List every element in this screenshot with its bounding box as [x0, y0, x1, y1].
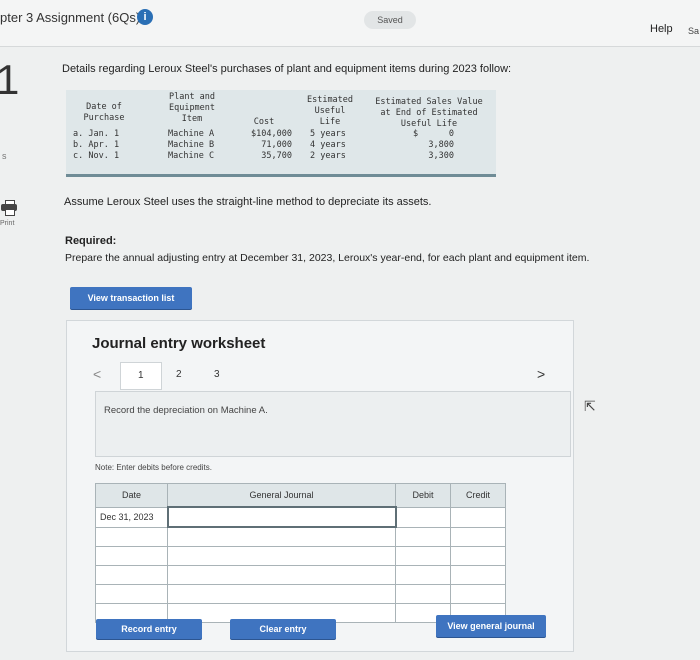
debit-cell[interactable] [395, 526, 451, 547]
row-life: 2 years [310, 151, 346, 161]
table-row: Dec 31, 2023 [95, 506, 506, 528]
table-row [95, 546, 506, 566]
page-tab-3[interactable]: 3 [214, 369, 220, 380]
row-cost: $104,000 [251, 129, 292, 139]
row-life: 5 years [310, 129, 346, 139]
row-date: a. Jan. 1 [73, 129, 120, 139]
credit-column-header: Credit [450, 483, 506, 508]
journal-table: Date General Journal Debit Credit Dec 31… [95, 483, 506, 623]
account-cell[interactable] [167, 546, 396, 566]
debit-column-header: Debit [395, 483, 451, 508]
row-item: Machine A [168, 129, 215, 139]
info-icon[interactable]: i [137, 9, 153, 25]
clear-entry-button[interactable]: Clear entry [230, 619, 336, 639]
date-cell[interactable] [95, 565, 168, 585]
credit-cell[interactable] [450, 506, 506, 528]
row-life: 4 years [310, 140, 346, 150]
view-general-journal-button[interactable]: View general journal [436, 615, 546, 637]
row-salvage: 3,300 [428, 151, 454, 161]
row-salvage: $ 0 [413, 129, 454, 139]
chevron-left-icon[interactable]: < [93, 366, 101, 382]
general-journal-column-header: General Journal [167, 483, 396, 508]
page-tab-1-label: 1 [138, 370, 144, 381]
header-salvage-1: Estimated Sales Value [375, 97, 483, 107]
problem-details: Details regarding Leroux Steel's purchas… [62, 63, 512, 75]
worksheet-title: Journal entry worksheet [92, 335, 266, 352]
date-cell[interactable]: Dec 31, 2023 [95, 506, 168, 528]
header-item-1: Plant and [168, 92, 216, 102]
assumption-text: Assume Leroux Steel uses the straight-li… [64, 196, 432, 208]
top-bar: pter 3 Assignment (6Qs) i Saved Help Sa [0, 0, 700, 47]
debit-cell[interactable] [395, 546, 451, 566]
assets-table: Date of Purchase Plant and Equipment Ite… [66, 90, 496, 177]
help-link[interactable]: Help [650, 23, 673, 35]
instruction-text: Record the depreciation on Machine A. [104, 405, 268, 416]
account-cell[interactable] [167, 565, 396, 585]
instruction-box [95, 391, 571, 457]
header-date-1: Date of [86, 102, 122, 112]
header-life-2: Useful [314, 106, 346, 116]
credit-cell[interactable] [450, 584, 506, 604]
record-entry-button[interactable]: Record entry [96, 619, 202, 639]
credit-cell[interactable] [450, 526, 506, 547]
debit-cell[interactable] [395, 584, 451, 604]
chevron-right-icon[interactable]: > [537, 366, 545, 382]
account-cell[interactable] [166, 506, 397, 528]
credit-cell[interactable] [450, 565, 506, 585]
account-cell[interactable] [167, 584, 396, 604]
row-date: c. Nov. 1 [73, 151, 120, 161]
header-cost: Cost [253, 117, 275, 127]
date-cell[interactable] [95, 584, 168, 604]
header-life-3: Life [319, 117, 341, 127]
print-label[interactable]: Print [0, 220, 14, 227]
saved-status-badge: Saved [364, 11, 416, 29]
header-salvage-2: at End of Estimated [380, 108, 478, 118]
cursor-icon: ⇱ [584, 398, 596, 414]
debit-cell[interactable] [395, 565, 451, 585]
credit-cell[interactable] [450, 546, 506, 566]
debit-credit-note: Note: Enter debits before credits. [95, 463, 212, 472]
header-item-2: Equipment [168, 103, 216, 113]
assignment-title: pter 3 Assignment (6Qs) [0, 10, 141, 25]
question-number: 1 [0, 56, 20, 103]
date-column-header: Date [95, 483, 168, 508]
side-mark: s [2, 151, 7, 161]
page-tab-2[interactable]: 2 [176, 369, 182, 380]
printer-icon[interactable] [0, 200, 18, 216]
date-cell[interactable] [95, 546, 168, 566]
view-transaction-list-button[interactable]: View transaction list [70, 287, 192, 309]
page-tab-1[interactable]: 1 [120, 362, 162, 390]
required-label: Required: [65, 235, 117, 247]
date-cell[interactable] [95, 526, 168, 547]
debit-cell[interactable] [395, 506, 451, 528]
row-item: Machine C [168, 151, 215, 161]
row-item: Machine B [168, 140, 215, 150]
account-cell[interactable] [167, 526, 396, 547]
table-row [95, 526, 506, 547]
table-row [95, 584, 506, 604]
row-salvage: 3,800 [428, 140, 454, 150]
save-exit-link[interactable]: Sa [688, 26, 699, 36]
header-date-2: Purchase [83, 113, 125, 123]
header-life-1: Estimated [306, 95, 354, 105]
row-cost: 35,700 [261, 151, 292, 161]
row-cost: 71,000 [261, 140, 292, 150]
requirement-text: Prepare the annual adjusting entry at De… [65, 252, 590, 264]
table-row [95, 565, 506, 585]
header-item-3: Item [181, 114, 203, 124]
row-date: b. Apr. 1 [73, 140, 120, 150]
